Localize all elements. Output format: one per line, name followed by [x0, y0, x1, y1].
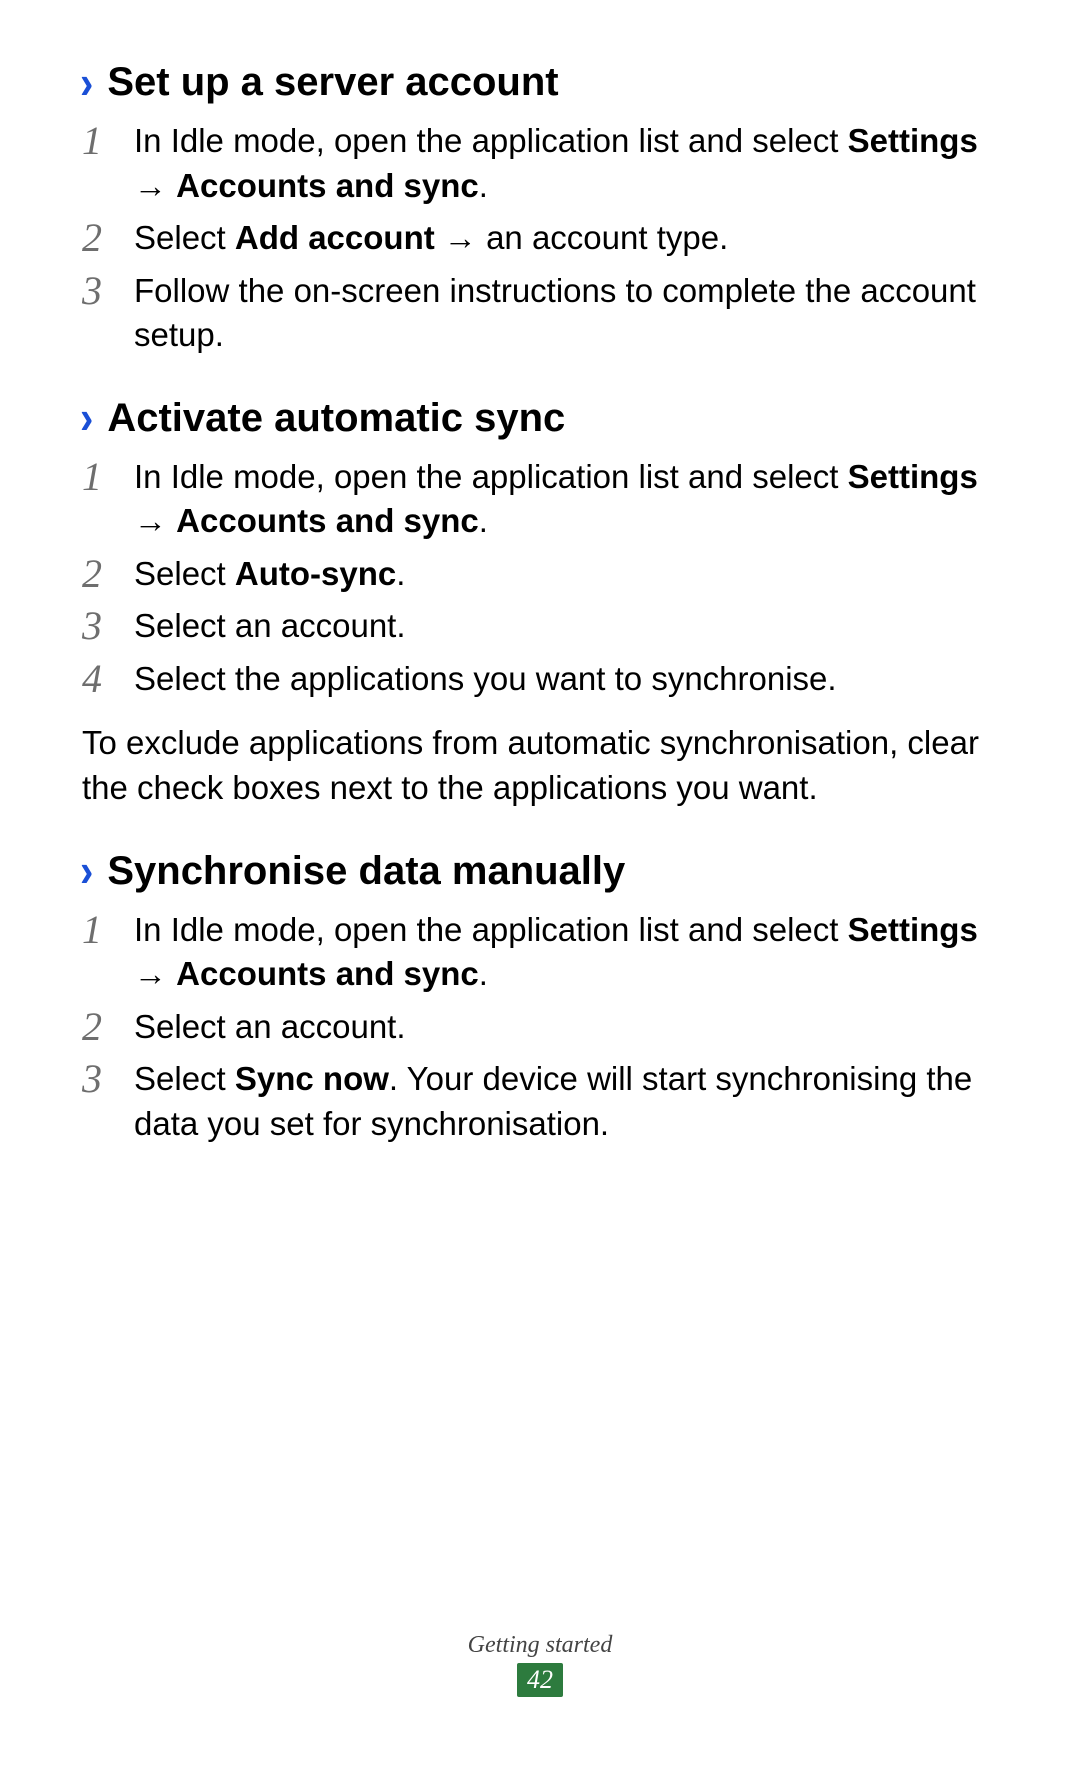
- section-title: Set up a server account: [107, 60, 558, 105]
- bold-term: Sync now: [235, 1060, 389, 1097]
- step-number: 2: [82, 1005, 134, 1049]
- text-fragment: Select: [134, 555, 235, 592]
- text-fragment: In Idle mode, open the application list …: [134, 458, 848, 495]
- text-fragment: Select: [134, 219, 235, 256]
- step-number: 2: [82, 552, 134, 596]
- step: 3 Select an account.: [82, 604, 1000, 649]
- arrow-text: →: [134, 955, 176, 992]
- text-fragment: an account type.: [486, 219, 728, 256]
- step-number: 3: [82, 604, 134, 648]
- chevron-icon: ›: [80, 60, 93, 106]
- chevron-icon: ›: [80, 848, 93, 894]
- step-text: In Idle mode, open the application list …: [134, 119, 1000, 208]
- step-text: Select the applications you want to sync…: [134, 657, 1000, 702]
- bold-term: Auto-sync: [235, 555, 396, 592]
- step-text: Follow the on-screen instructions to com…: [134, 269, 1000, 358]
- step: 1 In Idle mode, open the application lis…: [82, 908, 1000, 997]
- step: 4 Select the applications you want to sy…: [82, 657, 1000, 702]
- step-number: 3: [82, 269, 134, 313]
- section-header: › Synchronise data manually: [80, 849, 1000, 894]
- page-number-badge: 42: [517, 1663, 563, 1697]
- section-header: › Activate automatic sync: [80, 396, 1000, 441]
- text-fragment: .: [479, 167, 488, 204]
- step-text: Select Sync now. Your device will start …: [134, 1057, 1000, 1146]
- text-fragment: In Idle mode, open the application list …: [134, 122, 848, 159]
- step-number: 2: [82, 216, 134, 260]
- step: 1 In Idle mode, open the application lis…: [82, 455, 1000, 544]
- bold-term: Accounts and sync: [176, 502, 479, 539]
- step: 2 Select Auto-sync.: [82, 552, 1000, 597]
- bold-term: Settings: [848, 122, 978, 159]
- chevron-icon: ›: [80, 395, 93, 441]
- section-synchronise-data-manually: › Synchronise data manually 1 In Idle mo…: [80, 849, 1000, 1147]
- text-fragment: In Idle mode, open the application list …: [134, 911, 848, 948]
- text-fragment: .: [396, 555, 405, 592]
- step-text: In Idle mode, open the application list …: [134, 455, 1000, 544]
- step-text: Select Auto-sync.: [134, 552, 1000, 597]
- step: 2 Select an account.: [82, 1005, 1000, 1050]
- step-text: Select Add account → an account type.: [134, 216, 1000, 261]
- step: 3 Select Sync now. Your device will star…: [82, 1057, 1000, 1146]
- section-note: To exclude applications from automatic s…: [82, 721, 1000, 810]
- manual-page: › Set up a server account 1 In Idle mode…: [0, 0, 1080, 1771]
- arrow-text: →: [134, 502, 176, 539]
- section-title: Synchronise data manually: [107, 849, 625, 894]
- page-footer: Getting started 42: [0, 1632, 1080, 1697]
- section-set-up-server-account: › Set up a server account 1 In Idle mode…: [80, 60, 1000, 358]
- step: 1 In Idle mode, open the application lis…: [82, 119, 1000, 208]
- bold-term: Accounts and sync: [176, 167, 479, 204]
- bold-term: Settings: [848, 458, 978, 495]
- step-number: 4: [82, 657, 134, 701]
- text-fragment: .: [479, 502, 488, 539]
- text-fragment: Select: [134, 1060, 235, 1097]
- step-number: 1: [82, 455, 134, 499]
- step-number: 1: [82, 119, 134, 163]
- bold-term: Settings: [848, 911, 978, 948]
- step-number: 1: [82, 908, 134, 952]
- section-header: › Set up a server account: [80, 60, 1000, 105]
- step-text: Select an account.: [134, 1005, 1000, 1050]
- arrow-text: →: [435, 219, 486, 256]
- footer-chapter-label: Getting started: [0, 1632, 1080, 1659]
- text-fragment: .: [479, 955, 488, 992]
- step-number: 3: [82, 1057, 134, 1101]
- section-activate-automatic-sync: › Activate automatic sync 1 In Idle mode…: [80, 396, 1000, 811]
- step-text: Select an account.: [134, 604, 1000, 649]
- step: 3 Follow the on-screen instructions to c…: [82, 269, 1000, 358]
- arrow-text: →: [134, 167, 176, 204]
- step: 2 Select Add account → an account type.: [82, 216, 1000, 261]
- section-title: Activate automatic sync: [107, 396, 565, 441]
- bold-term: Accounts and sync: [176, 955, 479, 992]
- bold-term: Add account: [235, 219, 435, 256]
- step-text: In Idle mode, open the application list …: [134, 908, 1000, 997]
